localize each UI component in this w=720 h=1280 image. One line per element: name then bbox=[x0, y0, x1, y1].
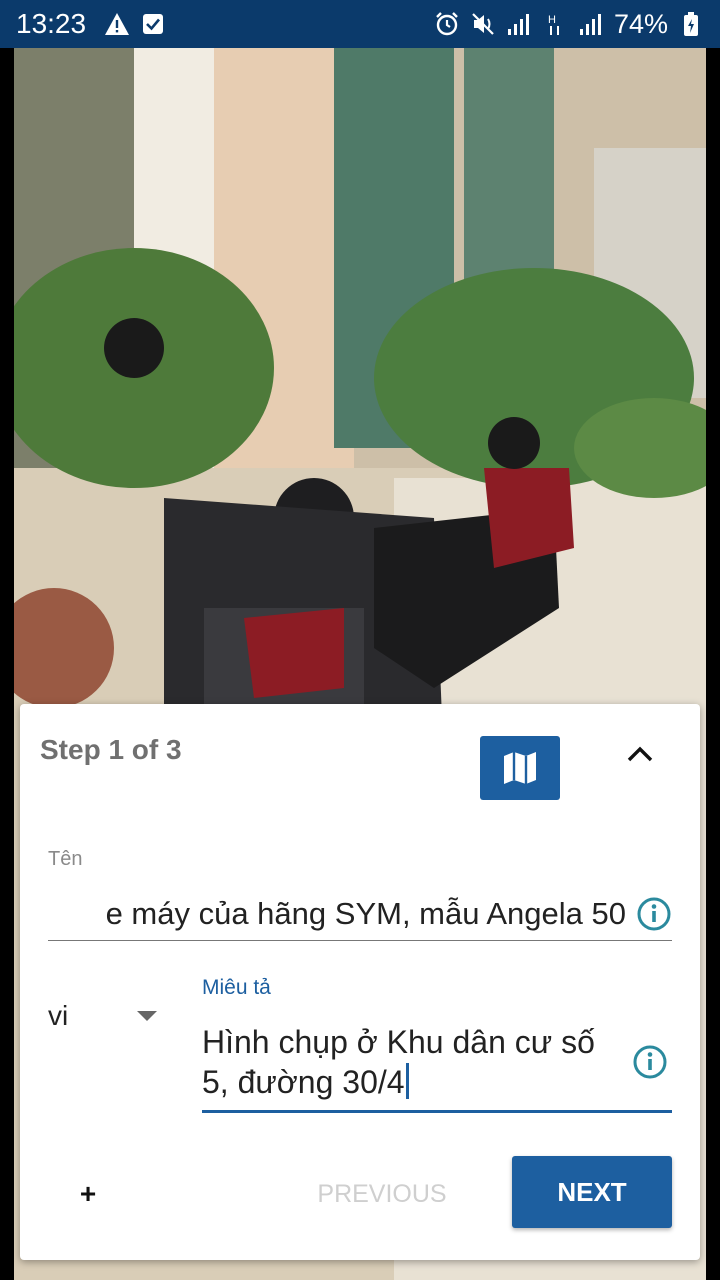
description-input[interactable]: Hình chụp ở Khu dân cư số 5, đường 30/4 bbox=[202, 1018, 672, 1113]
alarm-icon bbox=[434, 11, 460, 37]
name-label: Tên bbox=[48, 848, 83, 870]
svg-text:H: H bbox=[548, 14, 556, 26]
mute-icon bbox=[470, 11, 496, 37]
name-value: e máy của hãng SYM, mẫu Angela 50 bbox=[105, 896, 626, 931]
caret-down-icon bbox=[137, 1011, 157, 1021]
language-select[interactable]: vi bbox=[48, 996, 158, 1036]
info-icon[interactable] bbox=[636, 896, 672, 932]
text-cursor bbox=[405, 1063, 409, 1099]
map-icon bbox=[504, 752, 536, 784]
collapse-button[interactable] bbox=[618, 732, 662, 776]
language-value: vi bbox=[48, 1000, 69, 1031]
signal-icon bbox=[506, 11, 532, 37]
next-button[interactable]: NEXT bbox=[512, 1156, 672, 1228]
signal-icon-2 bbox=[578, 11, 604, 37]
wizard-card: Step 1 of 3 Tên e máy của hãng SYM, mẫu … bbox=[20, 704, 700, 1260]
previous-button[interactable]: PREVIOUS bbox=[302, 1174, 462, 1214]
status-time: 13:23 bbox=[16, 8, 87, 39]
name-input[interactable]: e máy của hãng SYM, mẫu Angela 50 bbox=[48, 890, 672, 941]
network-h-icon: H bbox=[542, 11, 568, 37]
status-bar: 13:23 H 74% bbox=[0, 0, 720, 48]
battery-percent: 74% bbox=[613, 8, 668, 39]
chevron-up-icon bbox=[627, 746, 653, 762]
info-icon[interactable] bbox=[632, 1044, 668, 1080]
checkbox-notification-icon bbox=[140, 11, 166, 37]
add-language-button[interactable]: + bbox=[72, 1176, 104, 1212]
warning-icon bbox=[104, 11, 130, 37]
step-title: Step 1 of 3 bbox=[40, 734, 182, 765]
map-button[interactable] bbox=[480, 736, 560, 800]
description-value: Hình chụp ở Khu dân cư số 5, đường 30/4 bbox=[202, 1024, 595, 1100]
description-label: Miêu tả bbox=[202, 976, 271, 999]
battery-charging-icon bbox=[678, 11, 704, 37]
